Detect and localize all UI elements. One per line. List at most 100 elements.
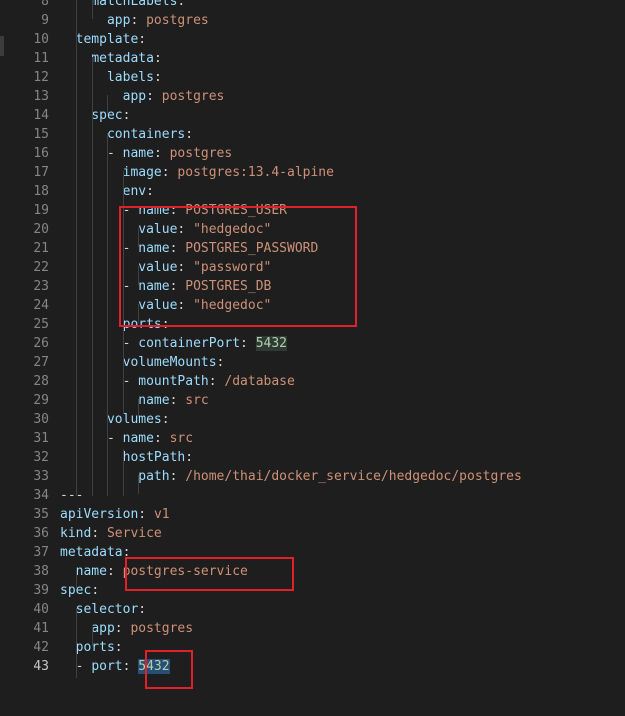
code-token: : xyxy=(146,89,162,104)
code-token: : xyxy=(138,602,147,617)
code-token: mountPath xyxy=(138,374,209,389)
code-line[interactable]: 39 spec: xyxy=(0,581,625,600)
code-line[interactable]: 33 path: /home/thai/docker_service/hedge… xyxy=(0,467,625,486)
code-line[interactable]: 36 kind: Service xyxy=(0,524,625,543)
line-number: 29 xyxy=(33,393,49,408)
code-line[interactable]: 9 app: postgres xyxy=(0,11,625,30)
code-editor[interactable]: 8 matchLabels: 9 app: postgres 10 template… xyxy=(0,0,625,716)
line-number: 8 xyxy=(41,0,49,9)
code-line[interactable]: 13 app: postgres xyxy=(0,87,625,106)
code-line[interactable]: 8 matchLabels: xyxy=(0,0,625,11)
code-token: : xyxy=(153,70,162,85)
code-line[interactable]: 29 name: src xyxy=(0,391,625,410)
code-token: : xyxy=(185,127,194,142)
code-line[interactable]: 37 metadata: xyxy=(0,543,625,562)
line-number: 10 xyxy=(33,32,49,47)
indent-guide xyxy=(76,570,77,589)
line-number: 19 xyxy=(33,203,49,218)
line-code: name: postgres-service xyxy=(60,562,248,581)
line-code: - name: POSTGRES_PASSWORD xyxy=(60,239,319,258)
code-token: : xyxy=(169,279,186,294)
line-code: apiVersion: v1 xyxy=(60,505,170,524)
line-code: name: src xyxy=(60,391,208,410)
code-line[interactable]: 40 selector: xyxy=(0,600,625,619)
line-number: 33 xyxy=(33,469,49,484)
line-number: 39 xyxy=(33,583,49,598)
line-number: 25 xyxy=(33,317,49,332)
code-line[interactable]: 38 name: postgres-service xyxy=(0,562,625,581)
code-line[interactable]: 41 app: postgres xyxy=(0,619,625,638)
code-line[interactable]: 25 ports: xyxy=(0,315,625,334)
code-token: name xyxy=(75,564,107,579)
line-number: 35 xyxy=(33,507,49,522)
code-line[interactable]: 23 - name: POSTGRES_DB xyxy=(0,277,625,296)
code-line[interactable]: 43 - port: 5432 xyxy=(0,657,625,676)
line-number: 17 xyxy=(33,165,49,180)
code-line[interactable]: 20 value: "hedgedoc" xyxy=(0,220,625,239)
code-line[interactable]: 31 - name: src xyxy=(0,429,625,448)
line-number: 28 xyxy=(33,374,49,389)
code-token: ports xyxy=(122,317,162,332)
code-line[interactable]: 15 containers: xyxy=(0,125,625,144)
line-number: 18 xyxy=(33,184,49,199)
code-line[interactable]: 35 apiVersion: v1 xyxy=(0,505,625,524)
code-token: : xyxy=(177,260,194,275)
code-token: : xyxy=(114,640,123,655)
code-token: port xyxy=(91,659,123,674)
code-token: - xyxy=(122,374,139,389)
code-line[interactable]: 42 ports: xyxy=(0,638,625,657)
code-line[interactable]: 19 - name: POSTGRES_USER xyxy=(0,201,625,220)
code-line[interactable]: 32 hostPath: xyxy=(0,448,625,467)
code-token: : xyxy=(153,146,170,161)
code-line[interactable]: 22 value: "password" xyxy=(0,258,625,277)
code-token: --- xyxy=(60,488,84,503)
line-number: 26 xyxy=(33,336,49,351)
line-number: 15 xyxy=(33,127,49,142)
line-number: 11 xyxy=(33,51,49,66)
code-line[interactable]: 28 - mountPath: /database xyxy=(0,372,625,391)
code-token: postgres xyxy=(146,13,209,28)
code-line[interactable]: 34 --- xyxy=(0,486,625,505)
code-line[interactable]: 16 - name: postgres xyxy=(0,144,625,163)
code-token: volumes xyxy=(106,412,162,427)
code-token: name xyxy=(138,279,170,294)
line-number: 20 xyxy=(33,222,49,237)
code-line[interactable]: 14 spec: xyxy=(0,106,625,125)
code-line[interactable]: 11 metadata: xyxy=(0,49,625,68)
line-number: 24 xyxy=(33,298,49,313)
code-line[interactable]: 17 image: postgres:13.4-alpine xyxy=(0,163,625,182)
code-token: image xyxy=(122,165,162,180)
code-line[interactable]: 27 volumeMounts: xyxy=(0,353,625,372)
code-token: ports xyxy=(75,640,115,655)
code-line[interactable]: 12 labels: xyxy=(0,68,625,87)
code-token: : xyxy=(130,13,147,28)
code-line[interactable]: 26 - containerPort: 5432 xyxy=(0,334,625,353)
indent-guide xyxy=(92,0,93,19)
code-token: - xyxy=(122,203,139,218)
code-token: : xyxy=(177,0,186,9)
code-token: : xyxy=(161,165,178,180)
code-line[interactable]: 24 value: "hedgedoc" xyxy=(0,296,625,315)
indent-guide xyxy=(138,399,139,418)
line-number: 22 xyxy=(33,260,49,275)
line-code: volumeMounts: xyxy=(60,353,225,372)
line-number: 31 xyxy=(33,431,49,446)
code-line[interactable]: 21 - name: POSTGRES_PASSWORD xyxy=(0,239,625,258)
code-token: apiVersion xyxy=(60,507,139,522)
code-line[interactable]: 10 template: xyxy=(0,30,625,49)
line-number: 32 xyxy=(33,450,49,465)
line-code: spec: xyxy=(60,581,99,600)
code-line[interactable]: 30 volumes: xyxy=(0,410,625,429)
line-code: template: xyxy=(60,30,146,49)
code-token: : xyxy=(138,32,147,47)
code-token: : xyxy=(169,469,186,484)
line-number: 34 xyxy=(33,488,49,503)
line-number: 23 xyxy=(33,279,49,294)
code-line[interactable]: 18 env: xyxy=(0,182,625,201)
code-token: /database xyxy=(224,374,295,389)
